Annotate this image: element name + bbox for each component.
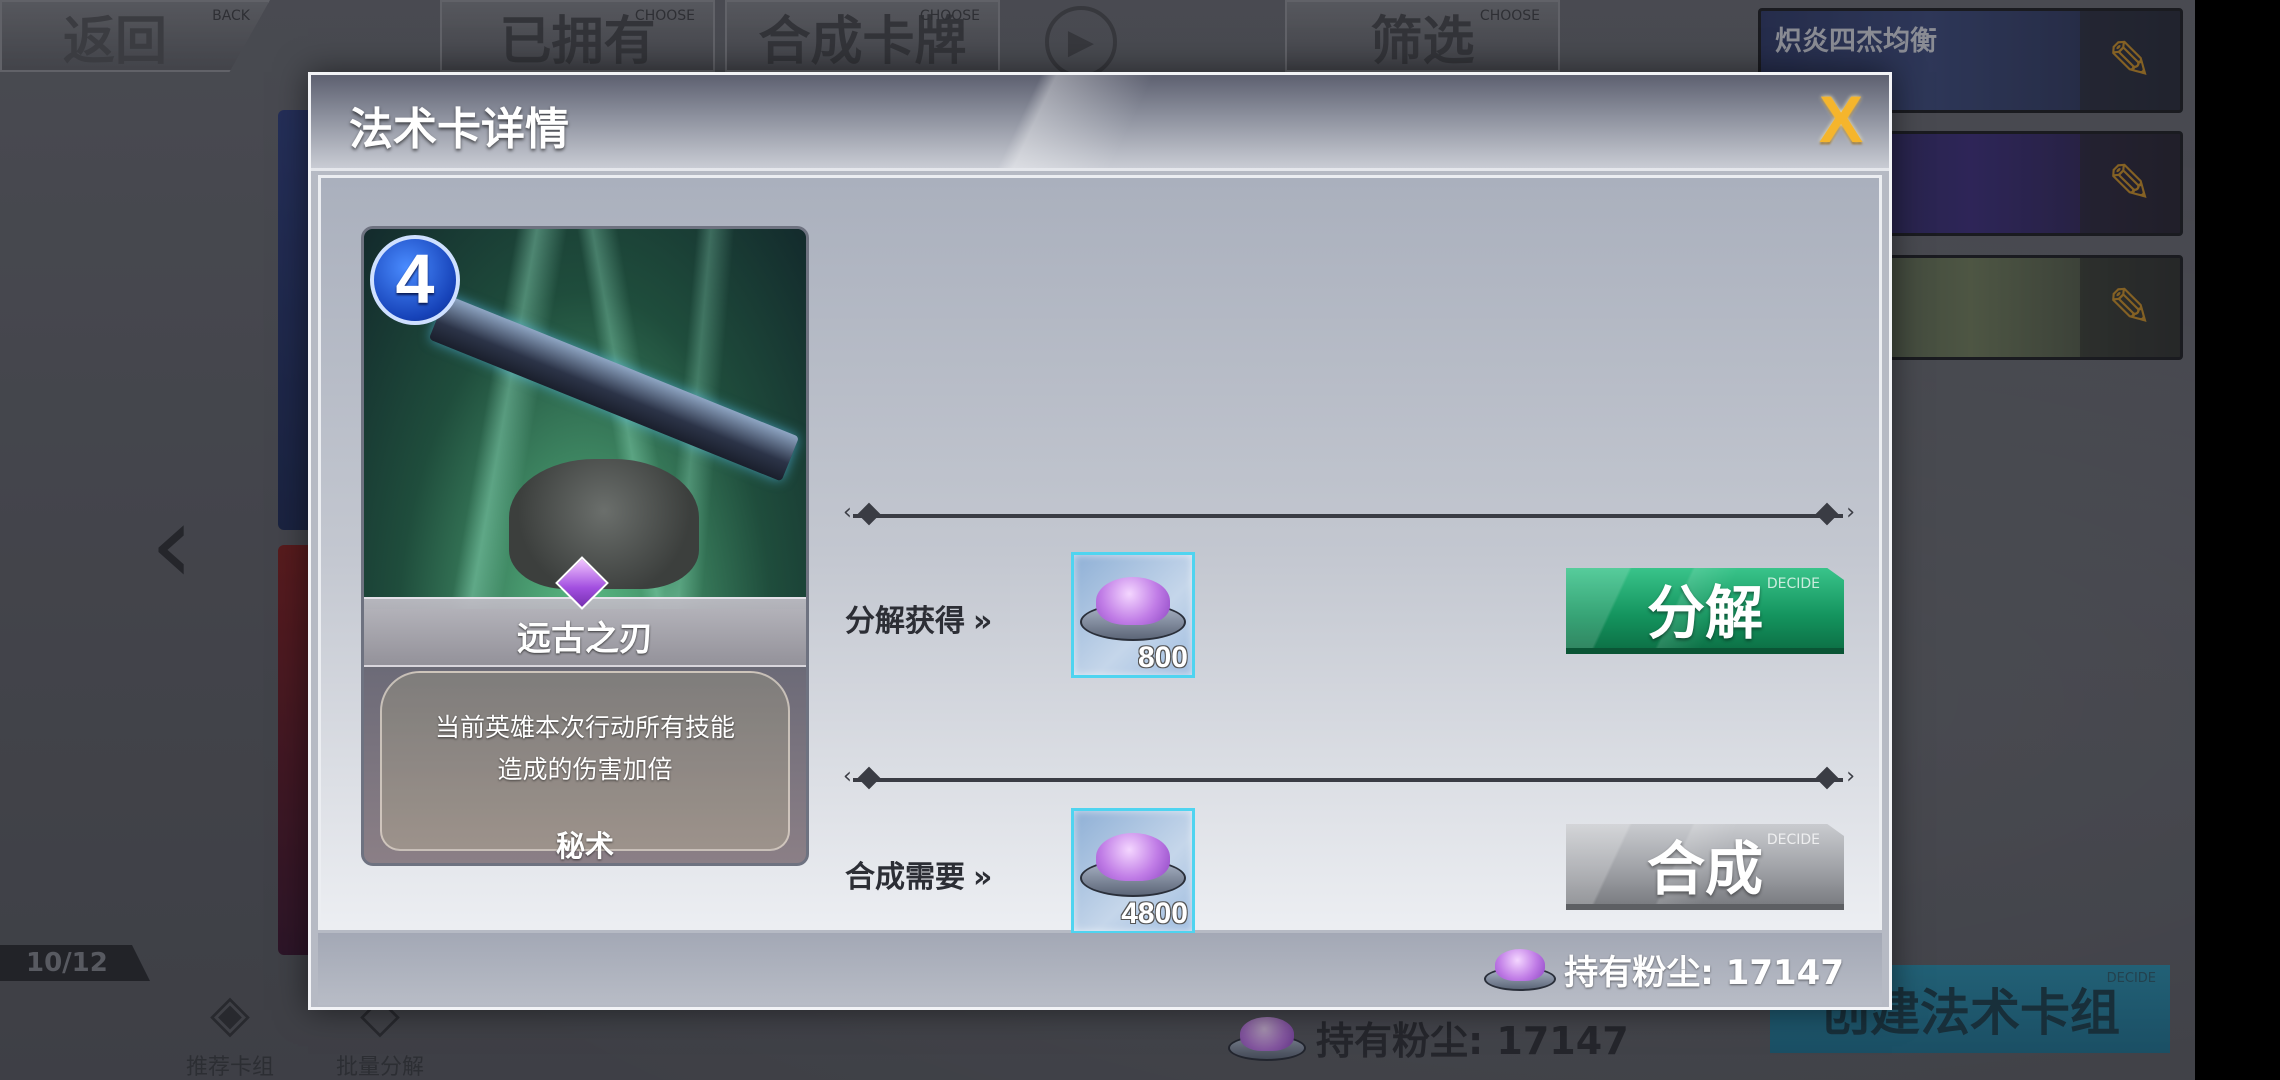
compose-button-sub: DECIDE: [1766, 832, 1820, 848]
compose-row-label: 合成需要»: [845, 852, 993, 896]
card-description: 当前英雄本次行动所有技能 造成的伤害加倍: [394, 707, 776, 791]
spell-card: 4 远古之刃 当前英雄本次行动所有技能 造成的伤害加倍 秘术: [361, 226, 809, 866]
compose-button[interactable]: 合成 DECIDE: [1566, 824, 1844, 910]
card-description-line: 当前英雄本次行动所有技能: [434, 713, 735, 742]
dialog-footer: 持有粉尘: 17147: [318, 933, 1882, 1005]
double-chevron-icon: »: [973, 860, 993, 895]
dialog-header: 法术卡详情 X: [311, 75, 1889, 171]
compose-dust-cost: 4800: [1071, 808, 1195, 934]
sword-art: [428, 294, 800, 482]
decompose-label-text: 分解获得: [845, 604, 965, 639]
decompose-button-label: 分解: [1646, 579, 1763, 647]
decompose-button-sub: DECIDE: [1766, 576, 1820, 592]
section-divider: ‹ ›: [843, 500, 1855, 525]
close-icon[interactable]: X: [1809, 86, 1873, 152]
compose-button-label: 合成: [1646, 835, 1763, 903]
decompose-button[interactable]: 分解 DECIDE: [1566, 568, 1844, 654]
decompose-row-label: 分解获得»: [845, 596, 993, 640]
decompose-dust-amount: 800: [1137, 641, 1188, 674]
dust-balance-label: 持有粉尘: 17147: [1564, 953, 1844, 993]
gauntlet-art: [509, 459, 699, 589]
card-cost-orb: 4: [370, 235, 460, 325]
card-description-line: 造成的伤害加倍: [497, 755, 673, 784]
spell-card-detail-dialog: 法术卡详情 X 4 远古之刃 当前英雄本次行动所有技能 造成的伤害加倍 秘术 ‹…: [308, 72, 1892, 1010]
card-type: 秘术: [555, 829, 614, 863]
dust-icon: [1080, 833, 1186, 899]
card-name: 远古之刃: [517, 619, 653, 659]
dialog-body: 4 远古之刃 当前英雄本次行动所有技能 造成的伤害加倍 秘术 ‹ › 分解获得» …: [318, 175, 1882, 934]
section-divider: ‹ ›: [843, 764, 1855, 789]
screen-edge: [2195, 0, 2280, 1080]
dialog-title: 法术卡详情: [349, 104, 569, 155]
double-chevron-icon: »: [973, 604, 993, 639]
compose-label-text: 合成需要: [845, 860, 965, 895]
dust-balance: 持有粉尘: 17147: [1484, 945, 1844, 994]
dust-icon: [1484, 947, 1557, 993]
compose-dust-amount: 4800: [1121, 897, 1188, 930]
dust-icon: [1080, 577, 1186, 643]
decompose-dust-reward: 800: [1071, 552, 1195, 678]
